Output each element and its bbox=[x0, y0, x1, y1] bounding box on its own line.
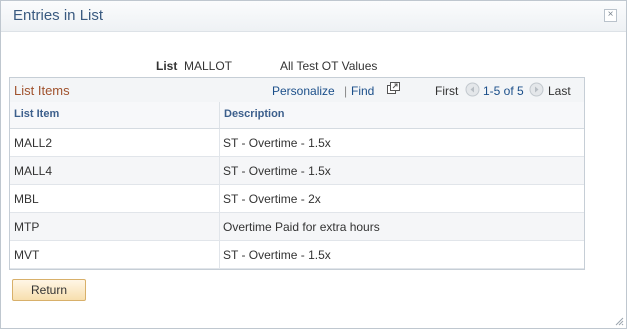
last-label: Last bbox=[548, 84, 571, 98]
close-icon: × bbox=[607, 9, 614, 20]
list-info: List MALLOT All Test OT Values bbox=[1, 59, 626, 73]
description-cell: ST - Overtime - 2x bbox=[223, 192, 321, 206]
personalize-link[interactable]: Personalize bbox=[272, 84, 335, 98]
table-row: MALL4 ST - Overtime - 1.5x bbox=[10, 157, 584, 185]
list-item-cell: MALL2 bbox=[14, 136, 53, 150]
list-description: All Test OT Values bbox=[280, 59, 378, 73]
column-header-description[interactable]: Description bbox=[220, 102, 584, 129]
description-cell: ST - Overtime - 1.5x bbox=[223, 164, 331, 178]
dialog-titlebar: Entries in List × bbox=[1, 1, 626, 32]
list-label: List bbox=[156, 59, 178, 73]
return-button[interactable]: Return bbox=[12, 279, 86, 301]
list-item-cell: MALL4 bbox=[14, 164, 53, 178]
list-item-cell: MTP bbox=[14, 220, 40, 234]
close-button[interactable]: × bbox=[604, 9, 617, 22]
resize-grip-icon[interactable] bbox=[614, 316, 624, 326]
first-label: First bbox=[435, 84, 459, 98]
list-code: MALLOT bbox=[184, 59, 233, 73]
link-separator: | bbox=[344, 84, 348, 98]
dialog-title: Entries in List bbox=[13, 7, 104, 24]
next-page-icon[interactable] bbox=[529, 82, 544, 97]
description-cell: ST - Overtime - 1.5x bbox=[223, 136, 331, 150]
find-link[interactable]: Find bbox=[351, 84, 374, 98]
table-row: MBL ST - Overtime - 2x bbox=[10, 185, 584, 213]
entries-dialog: Entries in List × List MALLOT All Test O… bbox=[0, 0, 627, 329]
grid-title: List Items bbox=[14, 83, 70, 98]
grid-header: List Items Personalize | Find First 1-5 … bbox=[10, 78, 584, 103]
column-header-label: Description bbox=[224, 108, 285, 120]
column-header-label: List Item bbox=[14, 108, 60, 120]
list-item-cell: MBL bbox=[14, 192, 39, 206]
column-header-list-item[interactable]: List Item bbox=[10, 102, 220, 129]
list-item-cell: MVT bbox=[14, 248, 40, 262]
page-range: 1-5 of 5 bbox=[483, 84, 524, 98]
description-cell: Overtime Paid for extra hours bbox=[223, 220, 380, 234]
table-row: MTP Overtime Paid for extra hours bbox=[10, 213, 584, 241]
description-cell: ST - Overtime - 1.5x bbox=[223, 248, 331, 262]
list-items-grid: List Items Personalize | Find First 1-5 … bbox=[9, 77, 585, 270]
table-row: MALL2 ST - Overtime - 1.5x bbox=[10, 129, 584, 157]
previous-page-icon bbox=[465, 82, 480, 97]
table-row: MVT ST - Overtime - 1.5x bbox=[10, 241, 584, 269]
zoom-grid-icon[interactable] bbox=[387, 82, 400, 94]
